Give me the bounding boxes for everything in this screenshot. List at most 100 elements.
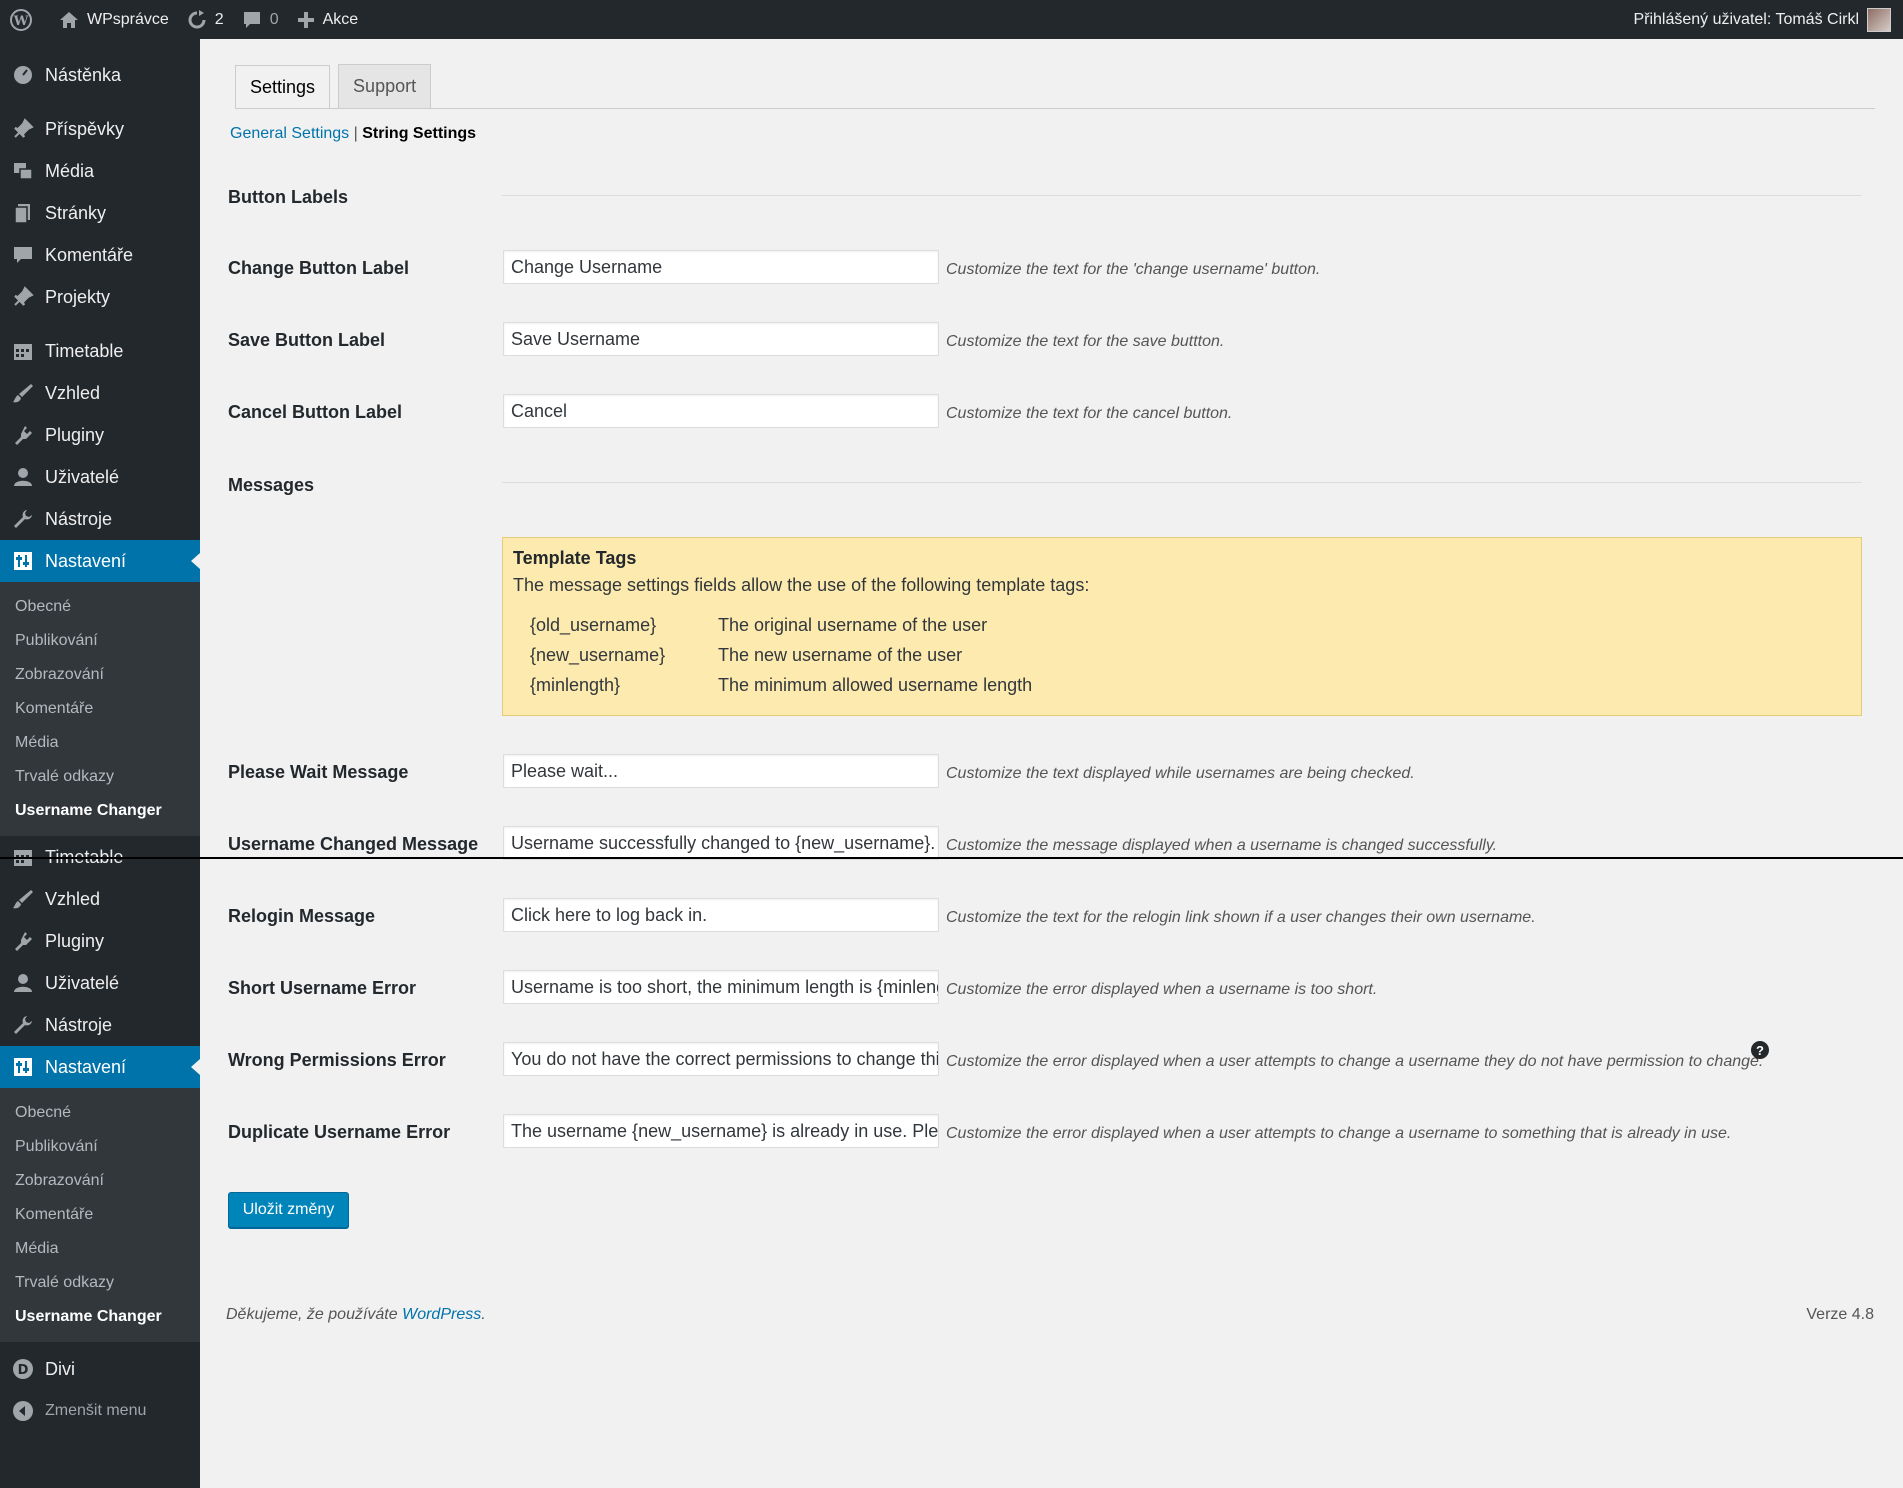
comments-count: 0	[269, 10, 279, 28]
change-button-label-input[interactable]: Change Username	[503, 250, 939, 284]
username-changed-input[interactable]: Username successfully changed to {new_us…	[503, 826, 939, 860]
submenu-permalinks[interactable]: Trvalé odkazy	[0, 760, 200, 794]
menu-label: Pluginy	[45, 424, 105, 445]
menu-users[interactable]: Uživatelé	[0, 456, 200, 498]
menu-users-2[interactable]: Uživatelé	[0, 962, 200, 1004]
section-divider	[502, 482, 1862, 483]
site-name-link[interactable]: WPsprávce	[50, 0, 178, 39]
admin-bar: W WPsprávce 2 0 Akce Přihlášený uživatel…	[0, 0, 1903, 39]
brush-icon	[11, 381, 35, 405]
settings-icon	[11, 1055, 35, 1079]
section-divider	[502, 195, 1862, 196]
submenu-writing[interactable]: Publikování	[0, 624, 200, 658]
settings-submenu: Obecné Publikování Zobrazování Komentáře…	[0, 582, 200, 836]
submenu-media[interactable]: Média	[0, 1232, 200, 1266]
menu-settings[interactable]: Nastavení	[0, 540, 200, 582]
general-settings-link[interactable]: General Settings	[230, 125, 349, 142]
menu-label: Uživatelé	[45, 466, 120, 487]
updates-icon	[187, 9, 207, 30]
menu-appearance-2[interactable]: Vzhled	[0, 878, 200, 920]
calendar-icon	[11, 339, 35, 363]
cancel-button-label-desc: Customize the text for the cancel button…	[946, 405, 1233, 422]
wordpress-logo-button[interactable]: W	[0, 0, 50, 39]
menu-label: Média	[45, 160, 95, 181]
plugin-icon	[11, 929, 35, 953]
menu-media[interactable]: Média	[0, 150, 200, 192]
duplicate-username-input[interactable]: The username {new_username} is already i…	[503, 1114, 939, 1148]
please-wait-title: Please Wait Message	[228, 762, 409, 782]
short-username-input[interactable]: Username is too short, the minimum lengt…	[503, 970, 939, 1004]
username-changed-desc: Customize the message displayed when a u…	[946, 837, 1498, 854]
relogin-title: Relogin Message	[228, 906, 376, 926]
wrong-permissions-input[interactable]: You do not have the correct permissions …	[503, 1042, 939, 1076]
submenu-general[interactable]: Obecné	[0, 1096, 200, 1130]
notice-intro: The message settings fields allow the us…	[513, 575, 1090, 595]
template-tag: {new_username}	[530, 644, 666, 665]
short-username-title: Short Username Error	[228, 978, 417, 998]
string-settings-current[interactable]: String Settings	[362, 125, 476, 142]
tab-settings[interactable]: Settings	[235, 65, 331, 109]
wordpress-link[interactable]: WordPress	[402, 1306, 481, 1323]
please-wait-input[interactable]: Please wait...	[503, 754, 939, 788]
duplicate-username-desc: Customize the error displayed when a use…	[946, 1125, 1732, 1142]
menu-divi[interactable]: D Divi	[0, 1348, 200, 1390]
save-button-label-input[interactable]: Save Username	[503, 322, 939, 356]
menu-appearance[interactable]: Vzhled	[0, 372, 200, 414]
new-content-link[interactable]: Akce	[288, 0, 368, 39]
submenu-reading[interactable]: Zobrazování	[0, 1164, 200, 1198]
main-content: Settings Support General Settings | Stri…	[200, 39, 1903, 1488]
footer-dot: .	[481, 1306, 486, 1323]
menu-label: Stránky	[45, 202, 107, 223]
comments-link[interactable]: 0	[233, 0, 288, 39]
submenu-permalinks[interactable]: Trvalé odkazy	[0, 1266, 200, 1300]
template-tag: {minlength}	[530, 674, 621, 695]
dashboard-icon	[11, 63, 35, 87]
media-icon	[11, 159, 35, 183]
menu-label: Příspěvky	[45, 118, 125, 139]
footer-version: Verze 4.8	[1806, 1306, 1874, 1323]
submenu-username-changer[interactable]: Username Changer	[0, 794, 200, 828]
site-name: WPsprávce	[87, 10, 169, 28]
section-messages: Messages	[228, 475, 315, 495]
footer-thanks-text: Děkujeme, že používáte	[226, 1306, 403, 1323]
menu-plugins-2[interactable]: Pluginy	[0, 920, 200, 962]
save-changes-button[interactable]: Uložit změny	[228, 1192, 349, 1228]
menu-label: Nástěnka	[45, 64, 122, 85]
submenu-discussion[interactable]: Komentáře	[0, 1198, 200, 1232]
help-question-icon[interactable]: ?	[1751, 1041, 1769, 1059]
tab-support[interactable]: Support	[338, 64, 432, 108]
submenu-reading[interactable]: Zobrazování	[0, 658, 200, 692]
submenu-general[interactable]: Obecné	[0, 590, 200, 624]
menu-timetable[interactable]: Timetable	[0, 330, 200, 372]
menu-label: Nastavení	[45, 1056, 127, 1077]
tabs-divider	[235, 108, 1875, 109]
menu-label: Nástroje	[45, 1014, 113, 1035]
wrench-icon	[11, 1013, 35, 1037]
submenu-media[interactable]: Média	[0, 726, 200, 760]
pages-icon	[11, 201, 35, 225]
wrong-permissions-desc: Customize the error displayed when a use…	[946, 1053, 1764, 1070]
menu-tools-2[interactable]: Nástroje	[0, 1004, 200, 1046]
pin-icon	[11, 285, 35, 309]
submenu-discussion[interactable]: Komentáře	[0, 692, 200, 726]
menu-plugins[interactable]: Pluginy	[0, 414, 200, 456]
relogin-input[interactable]: Click here to log back in.	[503, 898, 939, 932]
menu-dashboard[interactable]: Nástěnka	[0, 54, 200, 96]
menu-label: Komentáře	[45, 244, 134, 265]
updates-link[interactable]: 2	[178, 0, 233, 39]
menu-comments[interactable]: Komentáře	[0, 234, 200, 276]
user-icon	[11, 971, 35, 995]
menu-pages[interactable]: Stránky	[0, 192, 200, 234]
menu-projects[interactable]: Projekty	[0, 276, 200, 318]
home-icon	[59, 10, 79, 30]
collapse-menu-button[interactable]: Zmenšit menu	[0, 1390, 200, 1432]
menu-label: Timetable	[45, 340, 124, 361]
notice-title: Template Tags	[513, 548, 637, 568]
menu-posts[interactable]: Příspěvky	[0, 108, 200, 150]
submenu-username-changer[interactable]: Username Changer	[0, 1300, 200, 1334]
submenu-writing[interactable]: Publikování	[0, 1130, 200, 1164]
my-account[interactable]: Přihlášený uživatel: Tomáš Cirkl	[1633, 7, 1903, 32]
cancel-button-label-input[interactable]: Cancel	[503, 394, 939, 428]
menu-settings-2[interactable]: Nastavení	[0, 1046, 200, 1088]
menu-tools[interactable]: Nástroje	[0, 498, 200, 540]
